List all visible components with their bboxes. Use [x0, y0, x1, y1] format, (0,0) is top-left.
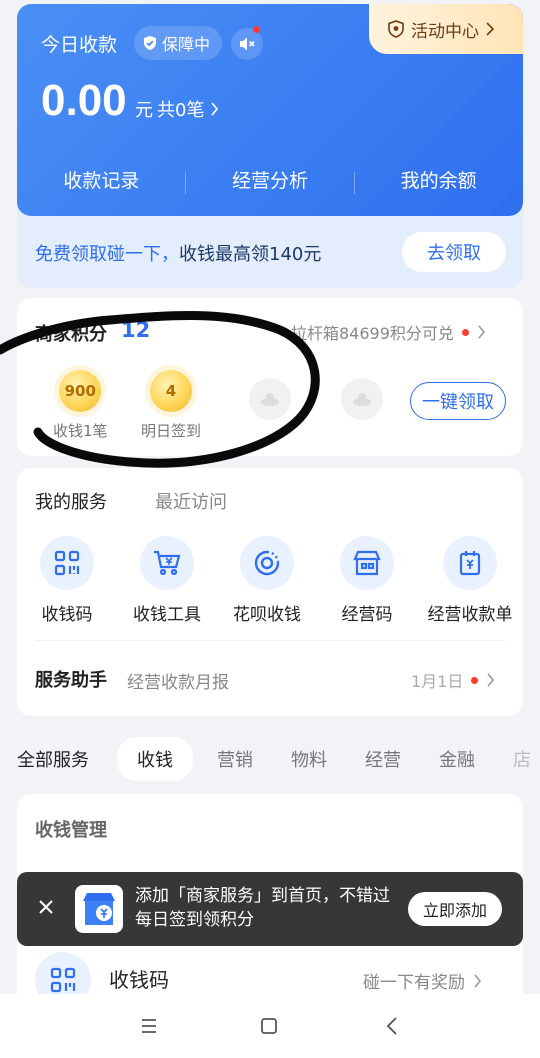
- system-navigation-bar: [0, 994, 540, 1058]
- service-assistant-link[interactable]: 1月1日: [411, 668, 495, 692]
- activity-center-label: 活动中心: [411, 21, 479, 42]
- protection-badge[interactable]: 保障中: [134, 26, 223, 60]
- back-nav-button[interactable]: [385, 1016, 399, 1040]
- claim-all-button[interactable]: 一键领取: [410, 382, 506, 420]
- chevron-right-icon: [474, 973, 482, 988]
- cart-icon: [140, 536, 194, 590]
- service-label: 花呗收钱: [233, 605, 301, 625]
- today-collection-title: 今日收款: [41, 34, 118, 56]
- service-assistant-subtitle[interactable]: 经营收款月报: [127, 668, 229, 693]
- close-icon: [39, 900, 53, 914]
- tab-store[interactable]: 店: [513, 746, 531, 772]
- activity-center-button[interactable]: 活动中心: [369, 4, 523, 54]
- assistant-date: 1月1日: [411, 672, 464, 691]
- service-label: 收钱工具: [133, 605, 201, 625]
- chevron-right-icon: [487, 673, 495, 687]
- exchange-notification-dot: [461, 328, 469, 336]
- service-item-receipt[interactable]: 经营收款单: [417, 536, 523, 625]
- promo-highlight: 免费领取碰一下，: [35, 244, 179, 265]
- badge-shield-icon: [388, 20, 404, 38]
- divider: [35, 640, 505, 641]
- transaction-count-label: 共0笔: [157, 100, 205, 121]
- amount-unit: 元: [135, 100, 153, 121]
- nav-divider: [185, 172, 186, 194]
- tab-finance[interactable]: 金融: [439, 746, 475, 772]
- mute-speaker-icon: [240, 37, 255, 51]
- tab-operations[interactable]: 经营: [365, 746, 401, 772]
- tab-all-services[interactable]: 全部服务: [17, 746, 89, 772]
- home-nav-button[interactable]: [260, 1017, 278, 1039]
- locked-coin-icon: [341, 378, 383, 420]
- chevron-right-icon: [478, 325, 485, 339]
- service-category-tabs: 全部服务 收钱 营销 物料 经营 金融 店: [17, 734, 540, 784]
- transaction-count-link[interactable]: 共0笔: [157, 96, 219, 122]
- receipt-icon: [443, 536, 497, 590]
- service-item-qr-code[interactable]: 收钱码: [17, 536, 117, 625]
- service-grid: 收钱码 收钱工具 花呗收钱 经营码 经营收款单: [17, 536, 523, 625]
- my-services-card: 我的服务 最近访问 收钱码 收钱工具 花呗收钱 经营码 经营收款单 服务助手 经…: [17, 468, 523, 716]
- huabei-icon: [240, 536, 294, 590]
- nav-divider: [354, 172, 355, 194]
- management-row-hint: 碰一下有奖励: [363, 973, 465, 993]
- promo-text: 免费领取碰一下，收钱最高领140元: [35, 240, 321, 266]
- claim-promo-button[interactable]: 去领取: [402, 232, 506, 272]
- shield-icon: [144, 36, 156, 50]
- back-icon: [386, 1017, 397, 1035]
- nav-my-balance[interactable]: 我的余额: [354, 166, 523, 193]
- merchant-service-app-icon: [75, 885, 123, 933]
- management-row-label[interactable]: 收钱码: [109, 964, 169, 993]
- service-label: 收钱码: [41, 605, 93, 625]
- hand-drawn-circle-annotation: [0, 311, 320, 468]
- tab-collect[interactable]: 收钱: [117, 737, 193, 781]
- service-item-business-code[interactable]: 经营码: [317, 536, 417, 625]
- management-row-link[interactable]: 碰一下有奖励: [363, 968, 482, 993]
- sound-toggle-button[interactable]: [231, 28, 263, 60]
- amount-value: 0.00: [41, 76, 127, 125]
- chevron-right-icon: [211, 102, 219, 116]
- add-now-button[interactable]: 立即添加: [408, 892, 502, 926]
- store-icon: [340, 536, 394, 590]
- nav-business-analysis[interactable]: 经营分析: [186, 166, 355, 193]
- chevron-right-icon: [486, 22, 495, 36]
- service-label: 经营收款单: [427, 605, 513, 625]
- toast-message: 添加「商家服务」到首页，不错过每日签到领积分: [135, 886, 390, 930]
- close-toast-button[interactable]: [35, 896, 57, 922]
- tab-marketing[interactable]: 营销: [217, 746, 253, 772]
- menu-icon: [142, 1019, 156, 1033]
- service-item-huabei[interactable]: 花呗收钱: [217, 536, 317, 625]
- summary-nav: 收款记录 经营分析 我的余额: [17, 166, 523, 194]
- tab-my-services[interactable]: 我的服务: [35, 488, 107, 514]
- service-item-tools[interactable]: 收钱工具: [117, 536, 217, 625]
- tab-materials[interactable]: 物料: [291, 746, 327, 772]
- add-to-home-toast: 添加「商家服务」到首页，不错过每日签到领积分 立即添加: [17, 872, 523, 946]
- today-collection-card: 今日收款 保障中 活动中心 0.00 元 共0笔 收款记录 经营分析 我的余额: [17, 4, 523, 216]
- menu-nav-button[interactable]: [139, 1018, 159, 1038]
- service-label: 经营码: [341, 605, 393, 625]
- promo-rest: 收钱最高领140元: [179, 244, 322, 265]
- nav-collection-records[interactable]: 收款记录: [17, 166, 186, 193]
- home-square-icon: [261, 1018, 277, 1034]
- protection-badge-label: 保障中: [162, 35, 211, 54]
- tab-recent-visits[interactable]: 最近访问: [155, 488, 227, 514]
- service-assistant-label: 服务助手: [35, 670, 107, 691]
- assistant-notification-dot: [471, 676, 479, 684]
- management-title: 收钱管理: [35, 820, 107, 841]
- notification-dot: [253, 26, 260, 33]
- qr-code-icon: [40, 536, 94, 590]
